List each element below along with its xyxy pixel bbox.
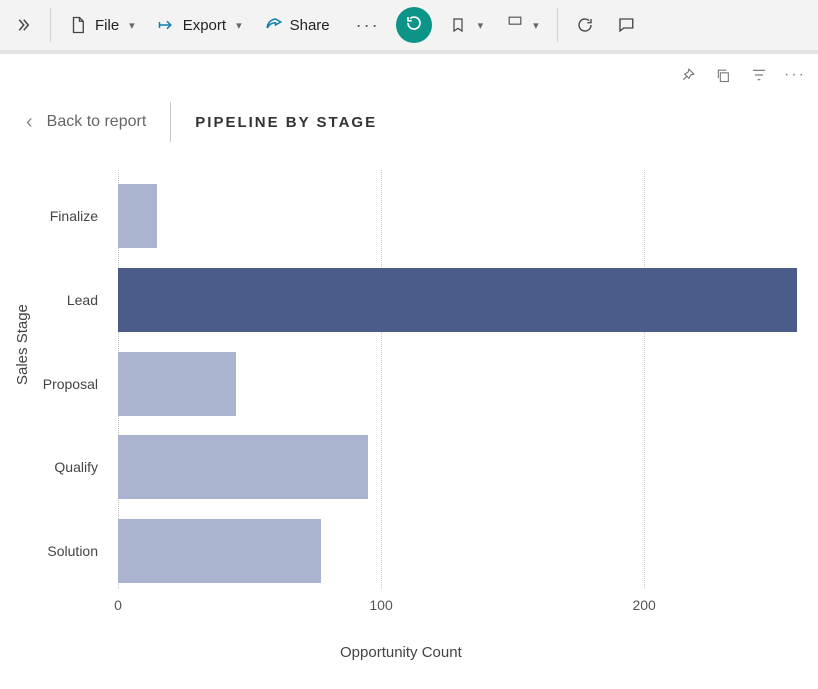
bookmark-menu-button[interactable]: ▾ bbox=[440, 5, 494, 45]
reset-icon bbox=[405, 14, 423, 37]
share-button[interactable]: Share bbox=[254, 5, 340, 45]
app-toolbar: File ▾ Export ▾ Share ··· ▾ ▾ bbox=[0, 0, 818, 54]
share-icon bbox=[264, 16, 282, 34]
view-menu-button[interactable]: ▾ bbox=[495, 5, 549, 45]
rectangle-icon bbox=[505, 16, 523, 34]
y-tick-label: Proposal bbox=[0, 376, 108, 392]
chart: Sales Stage 0100200FinalizeLeadProposalQ… bbox=[0, 160, 818, 689]
file-icon bbox=[69, 16, 87, 34]
refresh-button[interactable] bbox=[566, 5, 604, 45]
x-axis-label: Opportunity Count bbox=[340, 644, 462, 661]
chevron-down-icon: ▾ bbox=[533, 19, 539, 32]
visual-header: ··· bbox=[0, 54, 818, 84]
reset-button[interactable] bbox=[396, 7, 432, 43]
bar-solution[interactable] bbox=[118, 519, 321, 583]
chat-icon bbox=[616, 16, 634, 34]
chevron-down-icon: ▾ bbox=[478, 19, 484, 32]
x-tick-label: 200 bbox=[632, 597, 655, 613]
bar-finalize[interactable] bbox=[118, 184, 157, 248]
bookmark-icon bbox=[450, 16, 468, 34]
filter-visual-button[interactable] bbox=[750, 66, 768, 84]
ellipsis-icon: ··· bbox=[780, 66, 810, 84]
export-menu-label: Export bbox=[183, 17, 226, 34]
share-label: Share bbox=[290, 17, 330, 34]
more-options-button[interactable]: ··· bbox=[342, 5, 394, 45]
gridline bbox=[644, 170, 645, 589]
plot-area[interactable]: 0100200FinalizeLeadProposalQualifySoluti… bbox=[118, 170, 802, 609]
x-tick-label: 0 bbox=[114, 597, 122, 613]
toolbar-separator bbox=[557, 8, 558, 42]
gridline bbox=[381, 170, 382, 589]
y-tick-label: Lead bbox=[0, 292, 108, 308]
bar-lead[interactable] bbox=[118, 268, 797, 332]
export-icon bbox=[157, 16, 175, 34]
back-label: Back to report bbox=[47, 113, 147, 131]
back-to-report-button[interactable]: ‹ Back to report bbox=[26, 111, 146, 134]
chevron-down-icon: ▾ bbox=[236, 19, 242, 32]
copy-visual-button[interactable] bbox=[714, 66, 732, 84]
more-visual-options-button[interactable]: ··· bbox=[786, 66, 804, 84]
refresh-icon bbox=[576, 16, 594, 34]
bar-proposal[interactable] bbox=[118, 352, 236, 416]
visual-title: Pipeline by Stage bbox=[195, 114, 377, 131]
toolbar-separator bbox=[50, 8, 51, 42]
file-menu-button[interactable]: File ▾ bbox=[59, 5, 145, 45]
comments-button[interactable] bbox=[606, 5, 644, 45]
chevron-left-icon: ‹ bbox=[26, 111, 33, 134]
pin-visual-button[interactable] bbox=[678, 66, 696, 84]
chevron-down-icon: ▾ bbox=[129, 19, 135, 32]
ellipsis-icon: ··· bbox=[352, 15, 384, 36]
breadcrumb: ‹ Back to report Pipeline by Stage bbox=[0, 84, 818, 142]
expand-ribbon-button[interactable] bbox=[4, 5, 42, 45]
bar-qualify[interactable] bbox=[118, 435, 368, 499]
breadcrumb-separator bbox=[170, 102, 171, 142]
file-menu-label: File bbox=[95, 17, 119, 34]
y-axis-label: Sales Stage bbox=[14, 304, 31, 385]
y-tick-label: Solution bbox=[0, 543, 108, 559]
chevrons-right-icon bbox=[14, 16, 32, 34]
x-tick-label: 100 bbox=[369, 597, 392, 613]
y-tick-label: Qualify bbox=[0, 459, 108, 475]
y-tick-label: Finalize bbox=[0, 208, 108, 224]
export-menu-button[interactable]: Export ▾ bbox=[147, 5, 252, 45]
